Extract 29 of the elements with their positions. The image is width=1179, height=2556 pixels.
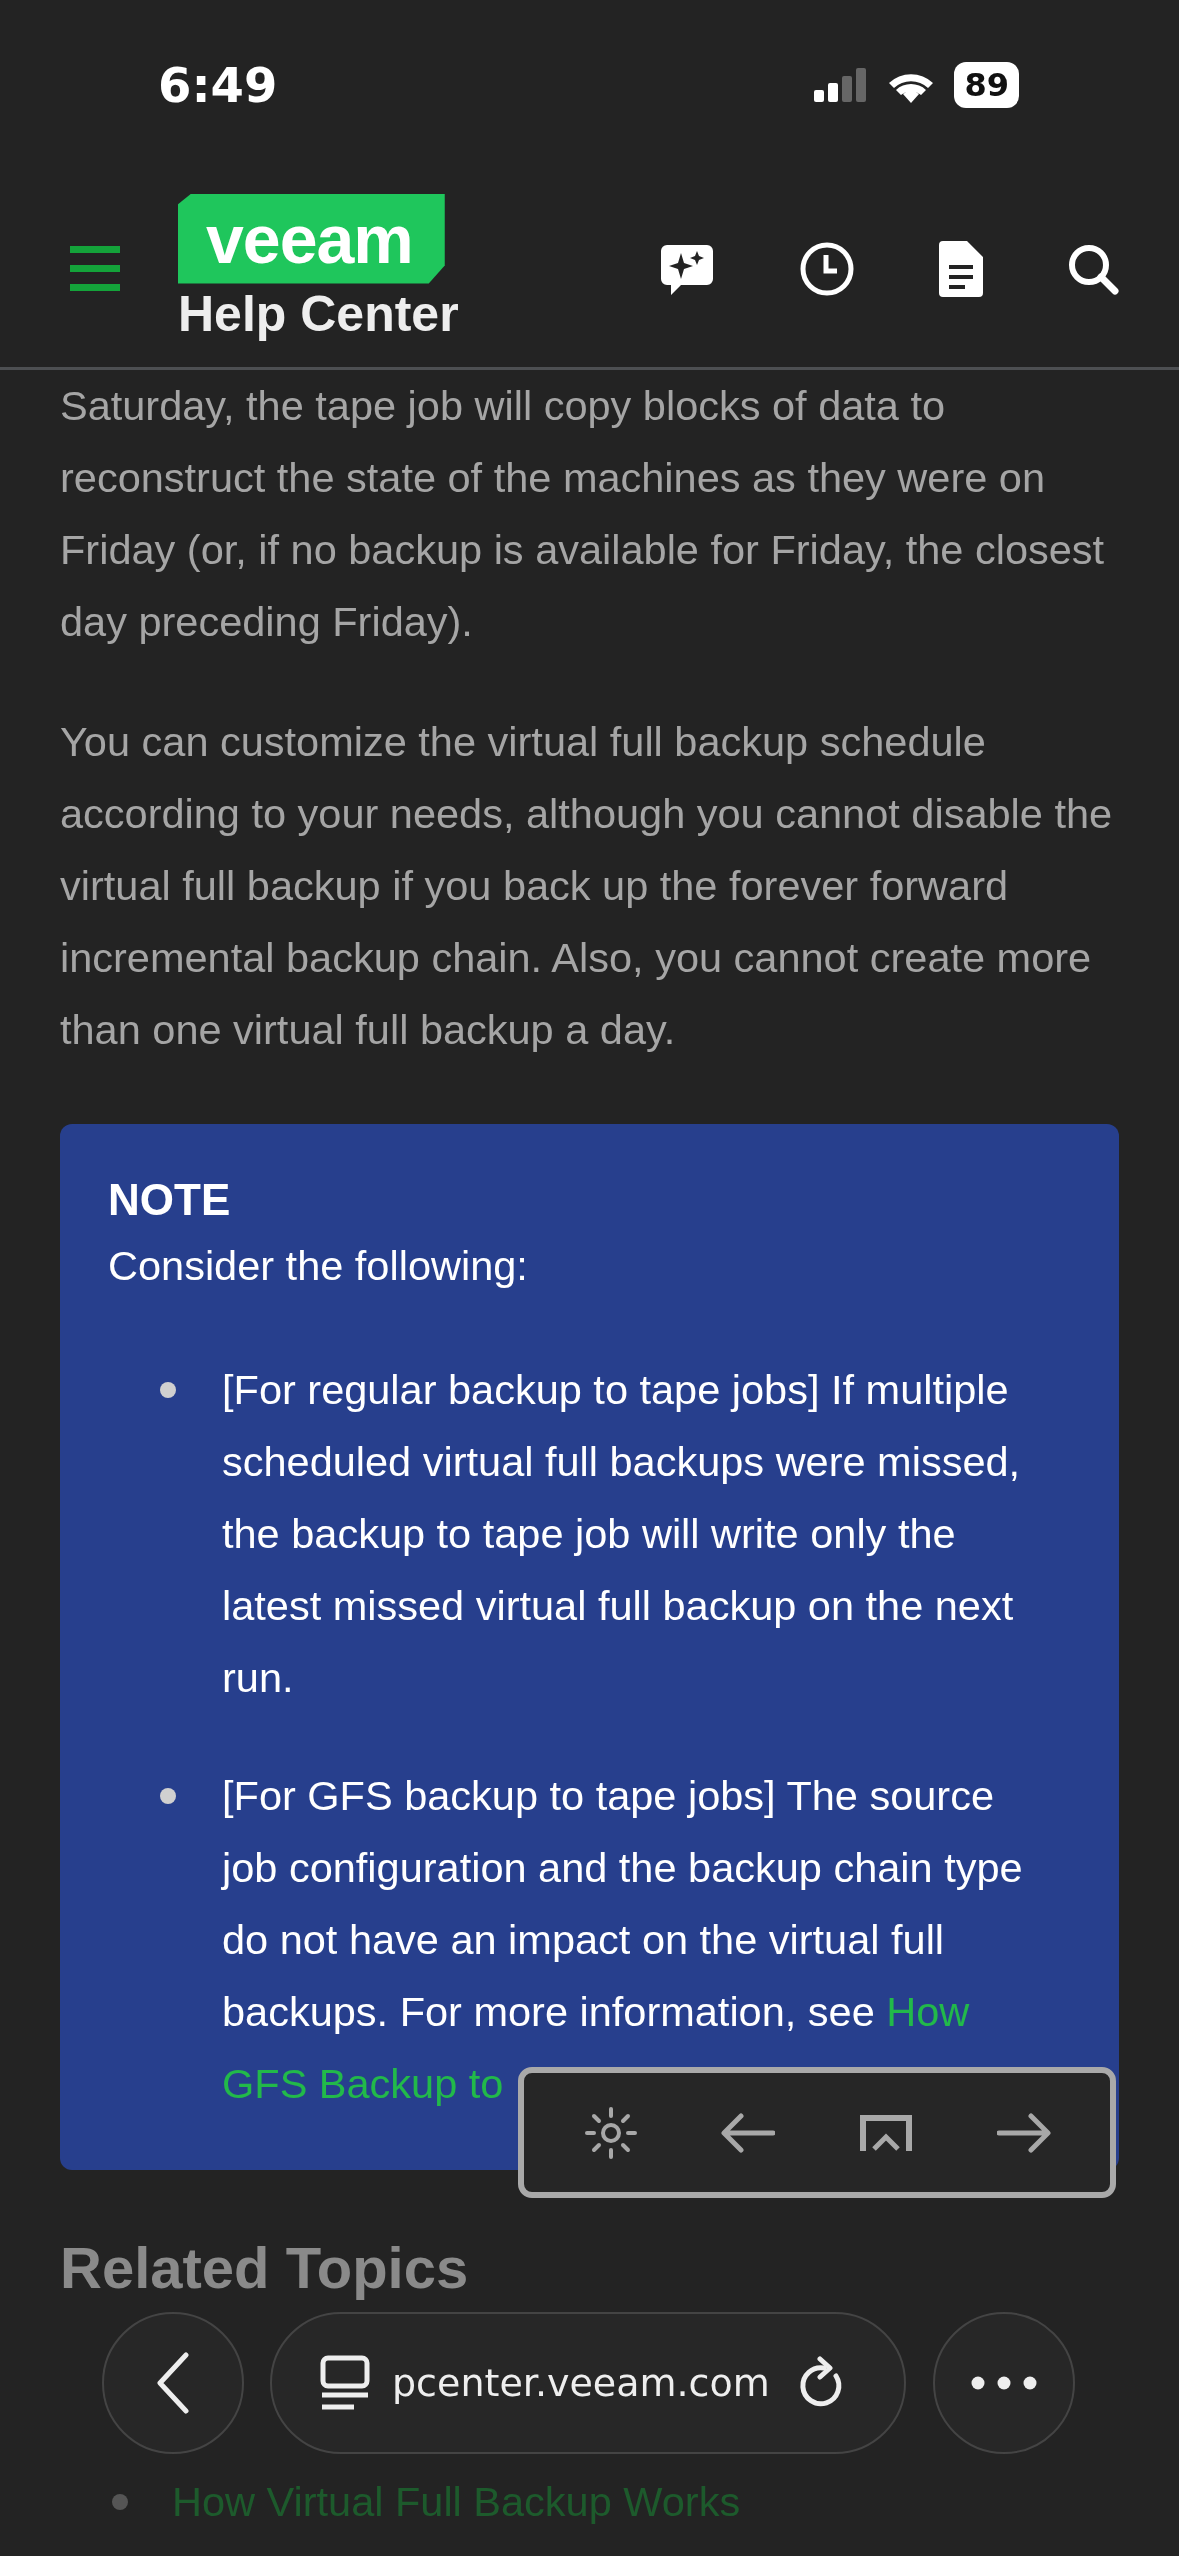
brightness-icon[interactable] xyxy=(583,2105,638,2160)
clock-icon[interactable] xyxy=(799,240,855,297)
bullet-dot xyxy=(160,1788,176,1804)
note-item-text: [For regular backup to tape jobs] If multiple scheduled virtual full backups were missed, the backup to tape job will write only the latest missed virtual full backup on the next run. xyxy=(222,1365,1022,1703)
url-text: pcenter.veeam.com xyxy=(392,2361,771,2405)
menu-icon[interactable] xyxy=(70,243,120,294)
article-link[interactable]: How xyxy=(886,1988,970,2035)
site-subtitle: Help Center xyxy=(178,284,459,344)
battery-indicator: 89 xyxy=(954,62,1019,108)
tabs-icon[interactable] xyxy=(320,2355,370,2411)
signal-icon xyxy=(814,68,869,102)
document-icon[interactable] xyxy=(939,240,983,297)
note-intro: Consider the following: xyxy=(108,1241,529,1291)
clock-time: 6:49 xyxy=(158,57,278,113)
body-paragraph: Saturday, the tape job will copy blocks of data to reconstruct the state of the machines as they were on Friday (or, if no backup is available for Friday, the closest day preceding Friday). xyxy=(60,381,1106,647)
search-icon[interactable] xyxy=(1067,242,1119,295)
bullet-dot xyxy=(112,2494,128,2510)
forward-arrow-icon[interactable] xyxy=(996,2112,1051,2153)
address-bar[interactable]: pcenter.veeam.com xyxy=(270,2312,906,2454)
back-arrow-icon[interactable] xyxy=(720,2112,775,2153)
bullet-dot xyxy=(160,1382,176,1398)
chevron-left-icon xyxy=(156,2352,190,2414)
article-link[interactable]: GFS Backup to xyxy=(222,2060,504,2107)
note-title: NOTE xyxy=(108,1174,232,1226)
body-paragraph: You can customize the virtual full backup schedule according to your needs, although you cannot disable the virtual full backup if you back up the forever forward incremental backup chain. Also, you cannot create more than one virtual full backup a day. xyxy=(60,717,1114,1055)
brand-logo[interactable]: veeam xyxy=(178,193,445,284)
related-heading: Related Topics xyxy=(60,2234,469,2302)
ellipsis-icon xyxy=(971,2376,1037,2390)
screen-up-icon[interactable] xyxy=(857,2112,914,2153)
